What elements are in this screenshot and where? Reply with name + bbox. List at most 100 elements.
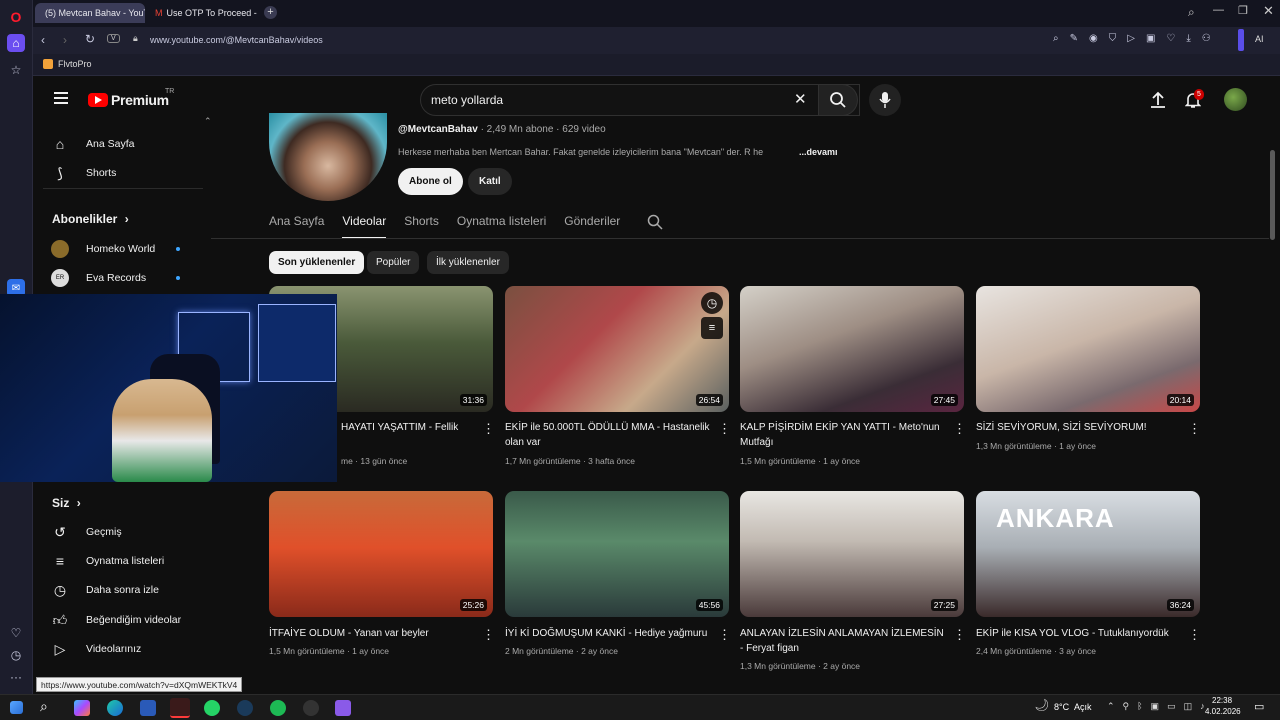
video-menu-icon[interactable]: ⋮ [1188,628,1201,642]
profile-icon[interactable]: ⚇ [1202,33,1211,44]
copilot-icon[interactable] [74,700,90,716]
tray-app-icon[interactable]: ▣ [1151,701,1160,712]
upload-icon[interactable] [1150,91,1166,109]
subscriptions-heading[interactable]: Abonelikler › [52,212,129,226]
more-icon[interactable]: ··· [7,668,25,686]
weather-temp[interactable]: 8°C [1054,702,1069,712]
sidebar-item-liked[interactable]: 👍︎ Beğendiğim videolar [51,608,181,632]
tray-chevron-icon[interactable]: ⌃ [1107,701,1115,712]
search-tabs-icon[interactable]: ⌕ [1188,5,1195,20]
bluetooth-icon[interactable]: ᛒ [1137,701,1142,712]
whatsapp-icon[interactable] [204,700,220,716]
menu-icon[interactable] [54,92,68,104]
clock-date[interactable]: 4.02.2026 [1205,707,1241,716]
shield-icon[interactable]: ⛉ [1109,33,1117,44]
video-menu-icon[interactable]: ⋮ [1188,422,1201,436]
you-heading[interactable]: Siz › [52,496,81,510]
heart-icon[interactable]: ♡ [1166,33,1175,44]
tab-home[interactable]: Ana Sayfa [269,214,324,239]
youtube-logo-icon[interactable] [88,93,108,107]
video-thumbnail[interactable]: 45:56 [505,491,729,617]
edit-icon[interactable]: ✎ [1070,33,1078,44]
camera-icon[interactable]: ◉ [1089,33,1098,44]
avatar[interactable] [1224,88,1247,111]
bookmark-flvto[interactable]: FlvtoPro [58,59,92,69]
video-title[interactable]: SİZİ SEVİYORUM, SİZİ SEVİYORUM! [976,420,1181,435]
opera-logo-icon[interactable]: O [7,8,25,26]
display-icon[interactable]: ▭ [1167,701,1176,712]
notification-center-icon[interactable]: ▭ [1254,700,1264,713]
view-chip[interactable]: V [107,34,120,43]
channel-search-icon[interactable] [647,214,663,230]
tab-videos[interactable]: Videolar [342,214,387,239]
video-thumbnail[interactable]: 27:25 [740,491,964,617]
home-icon[interactable]: ⌂ [7,34,25,52]
wallet-icon[interactable]: ▣ [1146,33,1155,44]
edge-icon[interactable] [107,700,123,716]
back-icon[interactable]: ‹ [41,33,45,47]
tab-posts[interactable]: Gönderiler [564,214,620,239]
clock-time[interactable]: 22:38 [1212,696,1232,705]
join-button[interactable]: Katıl [468,168,512,195]
new-tab-icon[interactable]: + [264,6,277,19]
channel-avatar[interactable] [269,113,387,201]
clock-icon[interactable]: ◷ [7,646,25,664]
search-icon[interactable]: ⌕ [40,698,48,715]
download-icon[interactable]: ⤓ [1186,33,1190,44]
watch-later-icon[interactable]: ◷ [701,292,723,314]
video-thumbnail[interactable]: ANKARA 36:24 [976,491,1200,617]
sidebar-item-home[interactable]: ⌂ Ana Sayfa [51,132,135,156]
video-title[interactable]: EKİP ile KISA YOL VLOG - Tutuklanıyordük [976,626,1181,641]
video-title[interactable]: EKİP ile 50.000TL ÖDÜLLÜ MMA - Hastaneli… [505,420,710,450]
restore-icon[interactable]: ❐ [1238,4,1248,17]
weather-label[interactable]: Açık [1074,702,1092,712]
forward-icon[interactable]: › [63,33,67,47]
add-to-queue-icon[interactable]: ≡ [701,317,723,339]
close-window-icon[interactable]: ✕ [1263,3,1274,19]
windows-start-icon[interactable] [10,701,23,714]
video-title[interactable]: KALP PİŞİRDİM EKİP YAN YATTI - Meto'nun … [740,420,945,450]
spotify-icon[interactable] [270,700,286,716]
obs-icon[interactable] [303,700,319,716]
play-icon[interactable]: ▷ [1127,33,1135,44]
sidebar-item-homeko[interactable]: Homeko World [51,237,180,261]
usb-icon[interactable]: ⚲ [1123,701,1130,712]
reload-icon[interactable]: ↻ [85,32,95,46]
weather-icon[interactable]: 🌙︎ [1034,698,1049,712]
description-more-link[interactable]: ...devamı [799,147,838,157]
subscribe-button[interactable]: Abone ol [398,168,463,195]
page-scrollbar[interactable] [1270,150,1275,240]
tab-playlists[interactable]: Oynatma listeleri [457,214,546,239]
sidebar-item-playlists[interactable]: ≡ Oynatma listeleri [51,549,164,573]
sidebar-item-eva[interactable]: ER Eva Records [51,266,180,290]
tab-youtube[interactable]: (5) Mevtcan Bahav - YouT [35,3,145,23]
search-button[interactable] [818,84,858,116]
zoom-icon[interactable]: ⌕ [1053,33,1059,44]
video-title[interactable]: İTFAİYE OLDUM - Yanan var beyler [269,626,474,641]
video-menu-icon[interactable]: ⋮ [953,628,966,642]
sidebar-item-your-videos[interactable]: ▷ Videolarınız [51,637,142,661]
volume-icon[interactable]: ♪ [1200,701,1205,712]
video-thumbnail[interactable]: 20:14 [976,286,1200,412]
video-title[interactable]: ANLAYAN İZLESİN ANLAMAYAN İZLEMESİN - Fe… [740,626,945,656]
chip-popular[interactable]: Popüler [367,251,420,274]
video-title[interactable]: İYİ Kİ DOĞMUŞUM KANKİ - Hediye yağmuru [505,626,710,641]
video-thumbnail[interactable]: 26:54 ◷ ≡ [505,286,729,412]
video-menu-icon[interactable]: ⋮ [482,628,495,642]
chip-latest[interactable]: Son yüklenenler [269,251,365,274]
video-menu-icon[interactable]: ⋮ [718,422,731,436]
tab-shorts[interactable]: Shorts [404,214,439,239]
voice-search-button[interactable] [869,84,901,116]
steam-icon[interactable] [237,700,253,716]
sidebar-item-watch-later[interactable]: ◷ Daha sonra izle [51,578,159,602]
video-thumbnail[interactable]: 25:26 [269,491,493,617]
sidebar-item-history[interactable]: ↺ Geçmiş [51,520,121,544]
minimize-icon[interactable]: — [1213,4,1224,16]
heart-icon[interactable]: ♡ [7,624,25,642]
video-thumbnail[interactable]: 27:45 [740,286,964,412]
video-menu-icon[interactable]: ⋮ [718,628,731,642]
url-field[interactable]: www.youtube.com/@MevtcanBahav/videos [150,35,323,45]
opera-taskbar-icon[interactable] [170,698,190,718]
ai-button[interactable]: AI [1255,34,1264,44]
channel-description[interactable]: Herkese merhaba ben Mertcan Bahar. Fakat… [398,147,798,157]
